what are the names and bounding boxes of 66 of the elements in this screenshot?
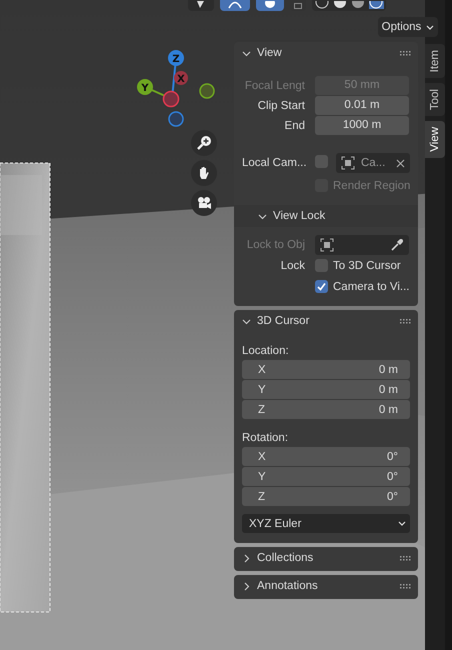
object-field[interactable]	[315, 234, 409, 254]
rotation-mode-dropdown[interactable]: XYZ Euler	[242, 514, 410, 533]
caret-icon	[398, 521, 406, 526]
axis-label: Z	[172, 54, 180, 65]
field-label: Local Cam...	[242, 157, 308, 169]
axis-handle[interactable]	[174, 71, 188, 85]
panel-title: Collections	[257, 552, 314, 564]
sidebar-tab[interactable]: Tool	[425, 83, 445, 116]
field-label: Focal Lengt	[244, 80, 306, 92]
checkbox-option[interactable]: To 3D Cursor	[315, 259, 401, 272]
field-label: Lock to Obj	[246, 238, 306, 250]
chevron-icon	[242, 554, 251, 562]
number-field[interactable]: Z 0°	[242, 487, 410, 506]
checkbox[interactable]	[315, 155, 328, 168]
field-label: End	[284, 120, 306, 132]
panel-header[interactable]: View	[234, 42, 418, 64]
number-field[interactable]: Z 0 m	[242, 400, 410, 419]
panel-header[interactable]: Collections	[234, 547, 418, 569]
curve-icon	[228, 1, 242, 9]
camera-field[interactable]: Ca...	[336, 153, 410, 173]
axis-handle[interactable]	[168, 50, 184, 66]
shading-spheres-icon	[314, 1, 384, 9]
panel-title: Annotations	[257, 580, 319, 592]
square-icon	[294, 3, 302, 9]
sidebar-tab[interactable]: View	[425, 121, 445, 158]
chevron-icon	[242, 316, 251, 326]
camera-icon	[196, 195, 212, 211]
panel-header[interactable]: Annotations	[234, 575, 418, 597]
number-field[interactable]: X 0 m	[242, 360, 410, 379]
chevron-icon	[242, 582, 251, 590]
number-field[interactable]: 1000 m	[315, 116, 409, 135]
axis-handle[interactable]	[168, 111, 184, 127]
clear-icon[interactable]	[396, 158, 405, 168]
axis-label: Y	[141, 83, 149, 94]
magnifier-icon	[196, 135, 212, 151]
eyedropper-icon[interactable]	[390, 238, 404, 252]
checkbox[interactable]	[315, 259, 328, 272]
chevron-icon	[242, 48, 251, 58]
drag-handle-icon[interactable]	[400, 556, 412, 560]
field-label: Clip Start	[256, 100, 306, 112]
drag-handle-icon[interactable]	[400, 318, 412, 324]
chevron-icon	[258, 212, 267, 220]
checkbox-option[interactable]: Camera to Vi...	[315, 280, 410, 293]
axis-label: X	[177, 74, 185, 85]
caret-icon	[426, 24, 434, 30]
options-dropdown[interactable]: Options	[378, 17, 438, 37]
drag-handle-icon[interactable]	[400, 584, 412, 588]
section-label: Location:	[242, 344, 290, 359]
subpanel-header[interactable]: View Lock	[234, 205, 418, 227]
object-icon	[341, 156, 355, 170]
axis-handle[interactable]	[199, 83, 215, 99]
panel-title: View	[257, 47, 283, 59]
number-field[interactable]: Y 0°	[242, 467, 410, 486]
number-field[interactable]: X 0°	[242, 447, 410, 466]
sidebar-tab[interactable]: Item	[425, 44, 445, 78]
section-label: Rotation:	[242, 431, 290, 446]
panel-title: 3D Cursor	[257, 315, 310, 327]
panel-header[interactable]: 3D Cursor	[234, 310, 418, 332]
number-field[interactable]: Y 0 m	[242, 380, 410, 399]
number-field[interactable]: 0.01 m	[315, 96, 409, 115]
axis-handle[interactable]	[162, 90, 180, 108]
checkbox[interactable]	[315, 280, 328, 293]
field-label: Lock	[280, 260, 306, 272]
drag-handle-icon[interactable]	[400, 50, 412, 56]
axis-handle[interactable]	[137, 79, 153, 95]
object-icon	[320, 238, 334, 252]
